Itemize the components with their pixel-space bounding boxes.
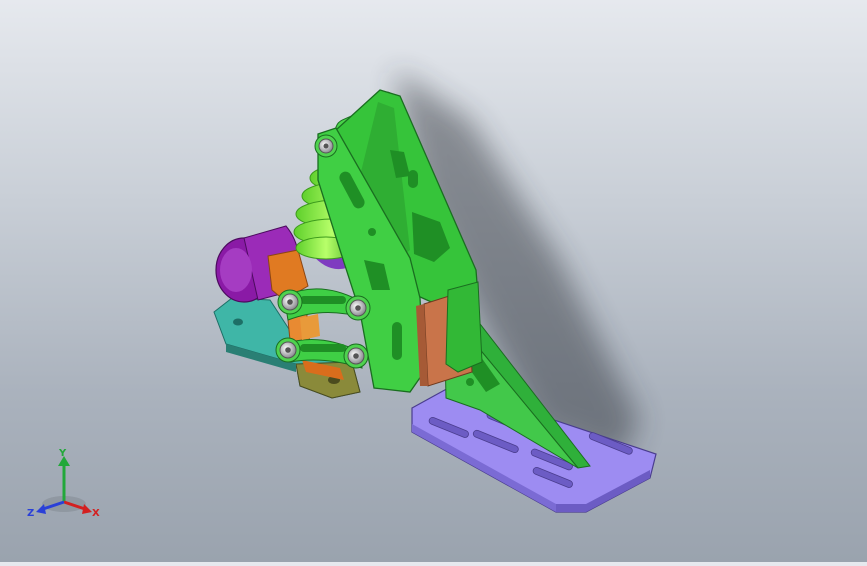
bolt-upper-right [345,295,371,321]
bolt-lower-right [343,343,369,369]
triad-z-label: Z [27,508,34,519]
rear-frame-plate[interactable] [445,281,483,373]
model-view[interactable] [0,0,867,562]
triad-x-label: X [92,508,100,519]
triad-y-label: Y [58,448,67,459]
coordinate-triad[interactable]: Y X Z [22,446,106,522]
cad-3d-viewport[interactable] [0,0,867,562]
bolt-lower-left [275,337,301,363]
bolt-upper-left [277,289,303,315]
bolt-top [314,134,338,158]
